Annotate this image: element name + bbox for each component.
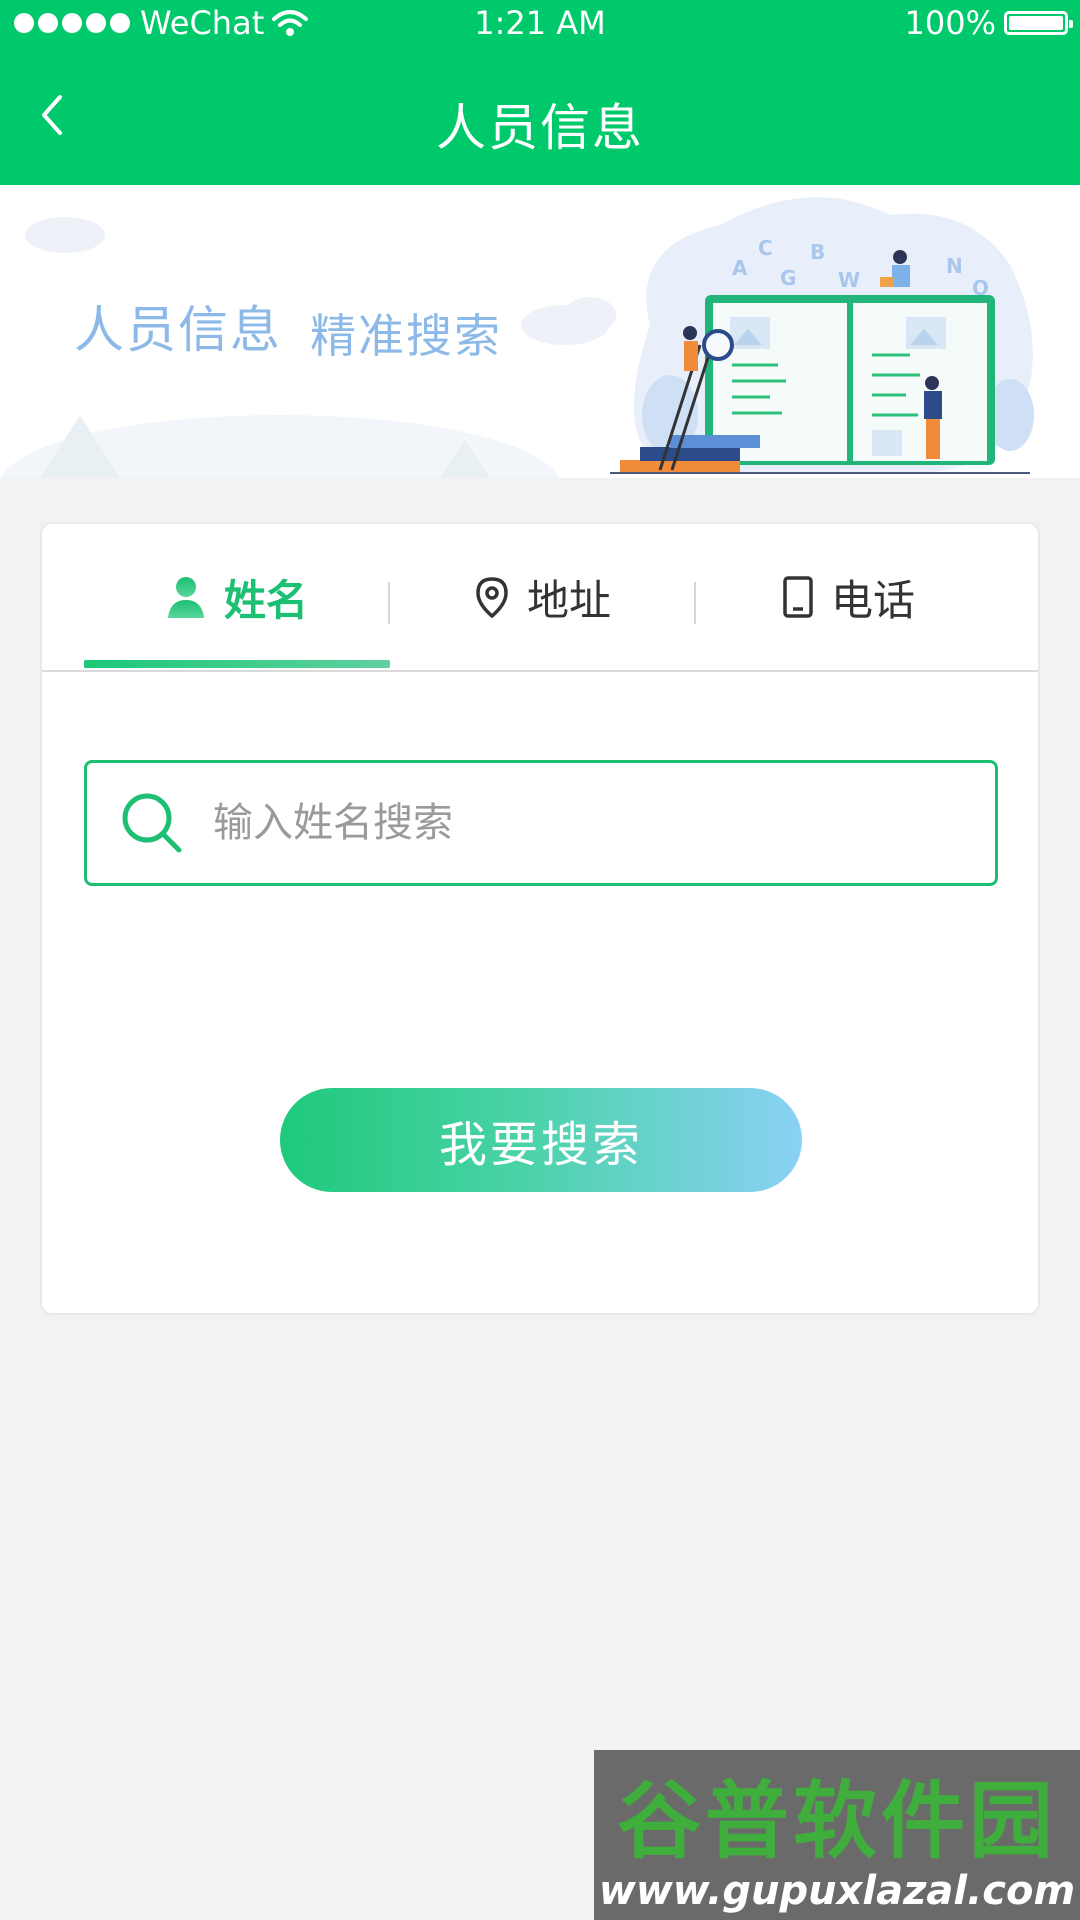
banner: 人员信息 精准搜索 A C G B W N Q [0, 185, 1080, 478]
search-tabs: 姓名 地址 电话 [42, 524, 1038, 672]
location-pin-icon [476, 577, 508, 618]
status-bar: WeChat 1:21 AM 100% [0, 0, 1080, 46]
letter-b: B [810, 240, 825, 264]
person-icon [167, 577, 204, 618]
tab-address-label: 地址 [526, 575, 611, 625]
status-right: 100% [904, 4, 1073, 42]
tab-phone[interactable]: 电话 [696, 524, 1002, 670]
watermark-url: www.gupuxlazal.com [598, 1868, 1076, 1914]
watermark: 谷普软件园 www.gupuxlazal.com [594, 1750, 1080, 1920]
search-input[interactable] [211, 799, 955, 847]
book-illustration-icon: A C G B W N Q [610, 197, 1034, 474]
battery-icon [1004, 11, 1073, 35]
active-tab-indicator [84, 660, 390, 668]
page-title: 人员信息 [436, 99, 644, 157]
letter-n: N [946, 254, 963, 278]
tab-address[interactable]: 地址 [390, 524, 696, 670]
letter-w: W [838, 268, 860, 292]
watermark-title: 谷普软件园 [616, 1772, 1057, 1870]
tab-phone-label: 电话 [830, 575, 915, 625]
tab-name-label: 姓名 [223, 575, 308, 625]
search-icon [122, 793, 182, 853]
letter-a: A [732, 256, 748, 280]
letter-c: C [758, 236, 773, 260]
letter-g: G [780, 266, 796, 290]
banner-text-2: 精准搜索 [310, 309, 502, 363]
search-button[interactable]: 我要搜索 [280, 1088, 802, 1192]
tab-name[interactable]: 姓名 [84, 524, 390, 670]
search-card: 姓名 地址 电话 我要搜索 [40, 522, 1040, 1315]
search-box[interactable] [84, 760, 998, 886]
battery-percent: 100% [904, 4, 996, 42]
top-bar: WeChat 1:21 AM 100% 人员信息 [0, 0, 1080, 185]
phone-icon [783, 576, 813, 618]
banner-text-1: 人员信息 [74, 301, 282, 359]
